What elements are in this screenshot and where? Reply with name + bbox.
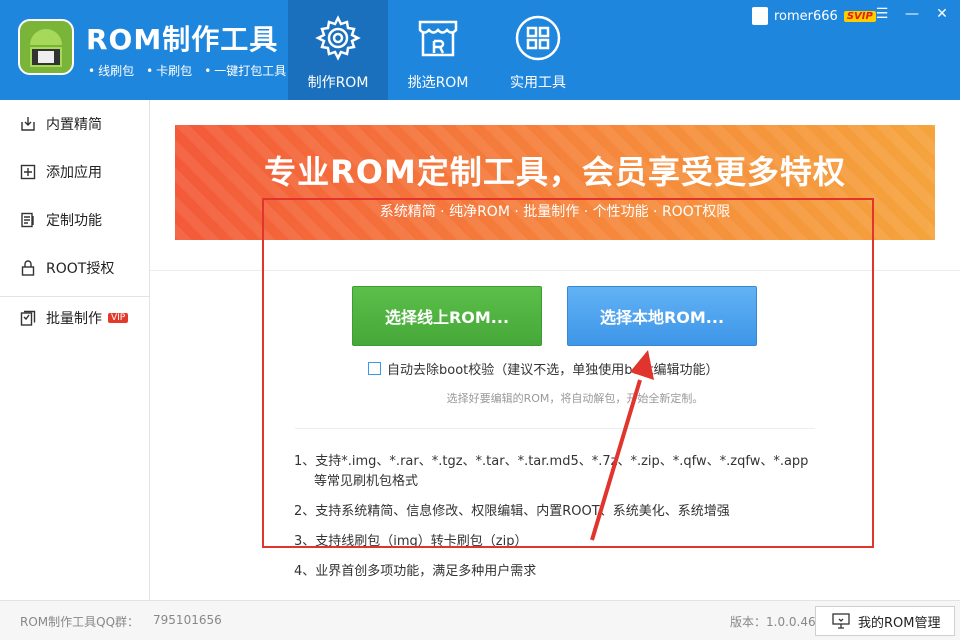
sidebar-item-root[interactable]: ROOT授权 — [0, 244, 149, 292]
feature-tag: 卡刷包 — [146, 62, 192, 79]
hint-text: 选择好要编辑的ROM，将自动解包，开始全新定制。 — [446, 392, 704, 405]
select-local-rom-button[interactable]: 选择本地ROM... — [567, 286, 757, 346]
select-online-rom-button[interactable]: 选择线上ROM... — [352, 286, 542, 346]
close-icon[interactable]: ✕ — [934, 6, 950, 22]
tab-make-rom[interactable]: 制作ROM — [288, 0, 388, 100]
list-item: 等常见刷机包格式 — [314, 474, 419, 489]
list-item: 4、业界首创多项功能，满足多种用户需求 — [294, 564, 537, 579]
footer: ROM制作工具QQ群： 795101656 版本：1.0.0.46 我的ROM管… — [0, 600, 960, 640]
sidebar-item-custom[interactable]: 定制功能 — [0, 196, 149, 244]
my-rom-manage-button[interactable]: 我的ROM管理 — [815, 606, 955, 636]
menu-icon[interactable]: ☰ — [874, 6, 890, 22]
app-logo — [18, 19, 74, 75]
monitor-icon — [832, 613, 850, 629]
list-item: 3、支持线刷包（img）转卡刷包（zip） — [294, 534, 528, 549]
username: romer666 — [774, 8, 838, 24]
tab-tools[interactable]: 实用工具 — [488, 0, 588, 100]
avatar-icon — [752, 7, 768, 25]
feature-tag: 一键打包工具 — [204, 62, 286, 79]
document-edit-icon — [21, 212, 34, 228]
app-title: ROM制作工具 — [86, 23, 279, 56]
lock-icon — [21, 260, 35, 276]
sidebar-item-batch[interactable]: 批量制作 VIP — [0, 294, 149, 342]
sidebar: 内置精简 添加应用 定制功能 ROOT授权 批量制作 VIP — [0, 100, 150, 600]
qq-group: ROM制作工具QQ群： 795101656 — [20, 613, 222, 629]
gear-icon — [315, 15, 361, 61]
minimize-icon[interactable]: — — [904, 6, 920, 22]
content-divider — [150, 270, 960, 271]
window-controls: ☰ — ✕ — [874, 6, 950, 22]
annotation-arrow — [590, 350, 654, 541]
qq-number: 795101656 — [153, 613, 222, 627]
store-icon — [418, 20, 458, 57]
user-info[interactable]: romer666 SVIP — [752, 6, 876, 26]
import-icon — [21, 117, 35, 131]
sidebar-item-slim[interactable]: 内置精简 — [0, 100, 149, 148]
list-item: 2、支持系统精简、信息修改、权限编辑、内置ROOT、系统美化、系统增强 — [294, 504, 730, 519]
main-content: 专业ROM定制工具，会员享受更多特权 系统精简 · 纯净ROM · 批量制作 ·… — [150, 100, 960, 600]
tab-pick-rom[interactable]: 挑选ROM — [388, 0, 488, 100]
app-features: 线刷包 卡刷包 一键打包工具 — [88, 62, 286, 79]
banner-title: 专业ROM定制工具，会员享受更多特权 — [264, 153, 846, 191]
sidebar-item-add-app[interactable]: 添加应用 — [0, 148, 149, 196]
promo-banner[interactable]: 专业ROM定制工具，会员享受更多特权 系统精简 · 纯净ROM · 批量制作 ·… — [175, 125, 935, 240]
feature-tag: 线刷包 — [88, 62, 134, 79]
grid-icon — [515, 15, 561, 61]
boot-checkbox[interactable] — [368, 362, 381, 375]
feature-list: 1、支持*.img、*.rar、*.tgz、*.tar、*.tar.md5、*.… — [294, 452, 834, 592]
version-label: 版本：1.0.0.46 — [730, 615, 816, 629]
svip-badge: SVIP — [843, 10, 876, 22]
plus-box-icon — [20, 164, 36, 180]
header: ROM制作工具 线刷包 卡刷包 一键打包工具 制作ROM 挑选ROM — [0, 0, 960, 100]
list-item: 1、支持*.img、*.rar、*.tgz、*.tar、*.tar.md5、*.… — [294, 454, 809, 469]
banner-subtitle: 系统精简 · 纯净ROM · 批量制作 · 个性功能 · ROOT权限 — [379, 204, 731, 220]
vip-badge: VIP — [108, 313, 129, 323]
batch-icon — [20, 310, 36, 326]
